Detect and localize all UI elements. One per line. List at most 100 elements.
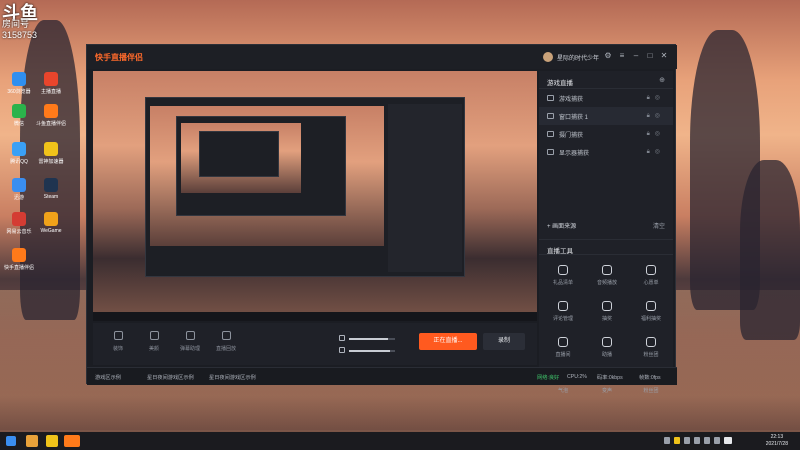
camera-button[interactable]: 直播回放 — [211, 331, 241, 352]
start-icon[interactable] — [6, 436, 16, 446]
tray-icon[interactable] — [684, 437, 690, 444]
scene-item[interactable]: 游戏捕获 🔒︎◎ — [539, 89, 673, 107]
desktop-icon[interactable]: 网易云音乐 — [4, 212, 34, 235]
scene-actions[interactable]: 🔒︎◎ — [647, 130, 665, 138]
bitrate-status: 码率:0kbps — [597, 375, 623, 381]
app-window: 快手直播伴侣 星际的时代少年 ⚙ ≡ – □ ✕ 游戏直播 ⊕ 游戏捕获 🔒︎◎ 窗… — [86, 44, 677, 394]
tray-icon[interactable] — [694, 437, 700, 444]
close-button[interactable]: ✕ — [659, 51, 669, 61]
desktop-icon[interactable]: 360浏览器 — [4, 72, 34, 95]
nested-capture-1 — [145, 97, 465, 277]
desktop-icon-label: 主播直播 — [40, 89, 61, 95]
desktop-icon-label: Steam — [43, 194, 59, 200]
minimize-button[interactable]: – — [631, 51, 641, 61]
maximize-button[interactable]: □ — [645, 51, 655, 61]
tool-label: 心愿单 — [643, 280, 659, 286]
microphone-icon[interactable] — [339, 335, 345, 341]
menu-icon[interactable]: ≡ — [617, 51, 627, 61]
title-bar[interactable]: 快手直播伴侣 星际的时代少年 ⚙ ≡ – □ ✕ — [87, 45, 677, 69]
desktop-icon[interactable]: 斗鱼直播伴侣 — [36, 104, 66, 127]
speaker-volume-slider[interactable] — [349, 350, 395, 352]
status-item-3[interactable]: 星日夜间游戏区示例 — [209, 374, 256, 381]
tool-gift[interactable]: 抽奖 — [585, 301, 629, 322]
app-icon — [44, 142, 58, 156]
desktop-icon-label: 微信 — [13, 121, 24, 127]
scene-label: 窗口捕获 1 — [559, 115, 589, 121]
clear-button[interactable]: 清空 — [653, 221, 665, 230]
desktop-icon[interactable]: 快手直播伴侣 — [4, 248, 34, 271]
desktop-icon-label: 快手直播伴侣 — [4, 265, 35, 271]
app-icon — [12, 72, 26, 86]
app-icon — [44, 104, 58, 118]
tool-label: 变声 — [601, 388, 612, 394]
control-bar: 装饰 美颜 弹幕助理 直播回放 正在直播... 录制 — [93, 323, 537, 365]
desktop-icon[interactable]: WeGame — [36, 212, 66, 234]
desktop-icon[interactable]: 微信 — [4, 104, 34, 127]
scene-actions[interactable]: 🔒︎◎ — [647, 112, 665, 120]
beauty-icon — [149, 331, 159, 340]
tool-label: 抽奖 — [601, 316, 612, 322]
mic-volume-fill — [349, 338, 389, 340]
tray-icon[interactable] — [674, 437, 680, 444]
avatar[interactable] — [543, 52, 553, 62]
tool-comment[interactable]: 评论管理 — [541, 301, 585, 322]
ime-icon[interactable] — [724, 437, 732, 444]
beauty-button[interactable]: 美颜 — [139, 331, 169, 352]
desktop-icon[interactable]: 雷神加速器 — [36, 142, 66, 165]
tool-link[interactable]: 礼品清单 — [541, 265, 585, 286]
app-icon — [12, 104, 26, 118]
scene-list: 游戏捕获 🔒︎◎ 窗口捕获 1 🔒︎◎ 摄门捕获 🔒︎◎ 显示器捕获 🔒︎◎ — [539, 89, 673, 161]
tray-icon[interactable] — [664, 437, 670, 444]
desktop-icon[interactable]: 腾讯QQ — [4, 142, 34, 165]
status-item-2[interactable]: 星日夜间游戏区示例 — [147, 374, 194, 381]
status-item-1[interactable]: 游戏区示例 — [95, 374, 121, 381]
scene-item[interactable]: 摄门捕获 🔒︎◎ — [539, 125, 673, 143]
fans-icon — [646, 337, 656, 347]
tool-shield[interactable]: 直播间 — [541, 337, 585, 358]
scene-item[interactable]: 窗口捕获 1 🔒︎◎ — [539, 107, 673, 125]
scene-actions[interactable]: 🔒︎◎ — [647, 94, 665, 102]
tool-fans[interactable]: 粉丝团 — [629, 337, 673, 358]
volume-icon[interactable] — [714, 437, 720, 444]
add-source-button[interactable]: + 画面来源 — [547, 221, 576, 230]
desktop-icon-label: WeGame — [40, 228, 62, 234]
user-info[interactable]: 星际的时代少年 — [543, 52, 599, 62]
scene-actions[interactable]: 🔒︎◎ — [647, 148, 665, 156]
settings-icon[interactable]: ⚙ — [603, 51, 613, 61]
network-icon[interactable] — [704, 437, 710, 444]
go-live-button[interactable]: 正在直播... — [419, 333, 477, 350]
scene-icon — [547, 131, 554, 137]
speaker-icon[interactable] — [339, 347, 345, 353]
right-panel: 游戏直播 ⊕ 游戏捕获 🔒︎◎ 窗口捕获 1 🔒︎◎ 摄门捕获 🔒︎◎ 显示器捕获 🔒︎◎ +… — [539, 71, 673, 394]
mic-volume-slider[interactable] — [349, 338, 395, 340]
app-icon — [44, 178, 58, 192]
taskbar-app-icon[interactable] — [46, 435, 58, 447]
shield-icon — [558, 337, 568, 347]
stream-preview[interactable] — [93, 71, 537, 321]
desktop-icon-label: 360浏览器 — [7, 89, 31, 95]
tool-label: 礼品清单 — [552, 280, 573, 286]
tool-cast[interactable]: 助播 — [585, 337, 629, 358]
control-label: 装饰 — [112, 346, 123, 352]
clock-date: 2021/7/28 — [765, 441, 788, 447]
control-label: 美颜 — [148, 346, 159, 352]
desktop-icon[interactable]: 迅游 — [4, 178, 34, 201]
desktop-icon[interactable]: 主播直播 — [36, 72, 66, 95]
chat-button[interactable]: 弹幕助理 — [175, 331, 205, 352]
tool-music[interactable]: 音频播放 — [585, 265, 629, 286]
comment-icon — [558, 301, 568, 311]
system-clock[interactable]: 22:13 2021/7/28 — [766, 434, 788, 448]
record-button[interactable]: 录制 — [483, 333, 525, 350]
add-scene-icon[interactable]: ⊕ — [659, 76, 665, 84]
decor-button[interactable]: 装饰 — [103, 331, 133, 352]
taskbar-app-icon[interactable] — [26, 435, 38, 447]
taskbar-kuaishou-icon[interactable] — [64, 435, 80, 447]
scene-item[interactable]: 显示器捕获 🔒︎◎ — [539, 143, 673, 161]
scenes-header: 游戏直播 ⊕ — [539, 71, 673, 89]
tool-present[interactable]: 福利抽奖 — [629, 301, 673, 322]
tool-heart[interactable]: 心愿单 — [629, 265, 673, 286]
cpu-status: CPU:2% — [567, 374, 587, 380]
tool-label: 助播 — [601, 352, 612, 358]
desktop-icon[interactable]: Steam — [36, 178, 66, 200]
control-label: 弹幕助理 — [179, 346, 200, 352]
